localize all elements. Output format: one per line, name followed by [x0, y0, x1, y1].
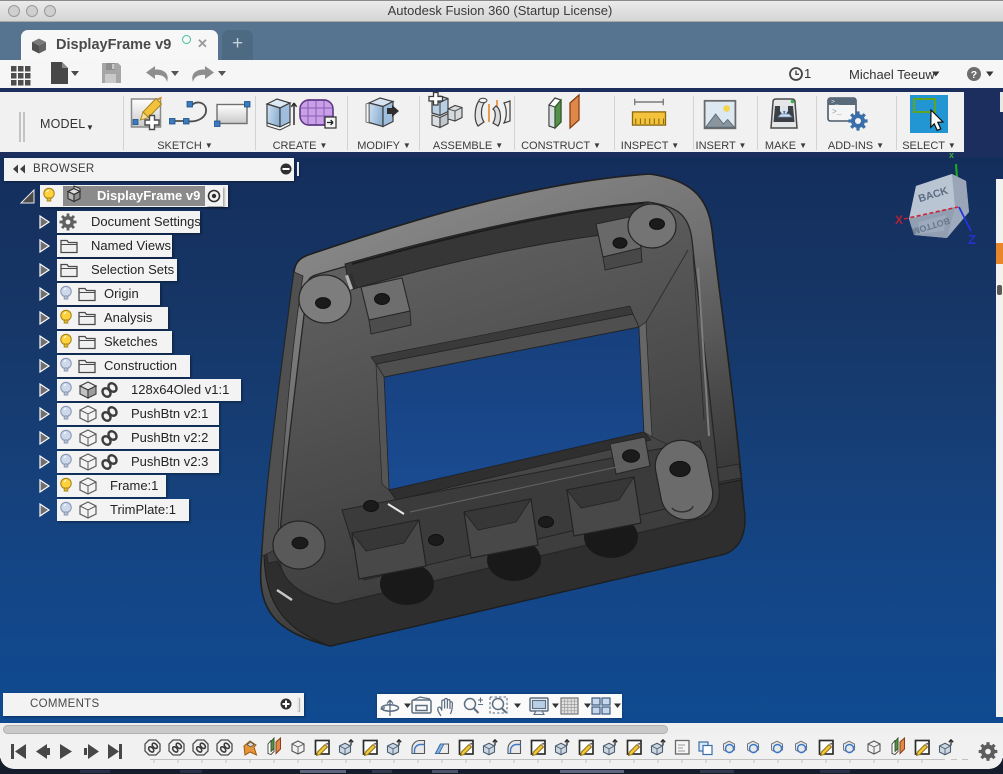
svg-text:>_: >_: [831, 99, 839, 106]
svg-text:X: X: [895, 213, 903, 227]
svg-text:x: x: [949, 150, 954, 160]
svg-text:?: ?: [971, 69, 977, 81]
svg-text:>_: >_: [832, 108, 842, 117]
svg-text:Z: Z: [968, 232, 976, 247]
